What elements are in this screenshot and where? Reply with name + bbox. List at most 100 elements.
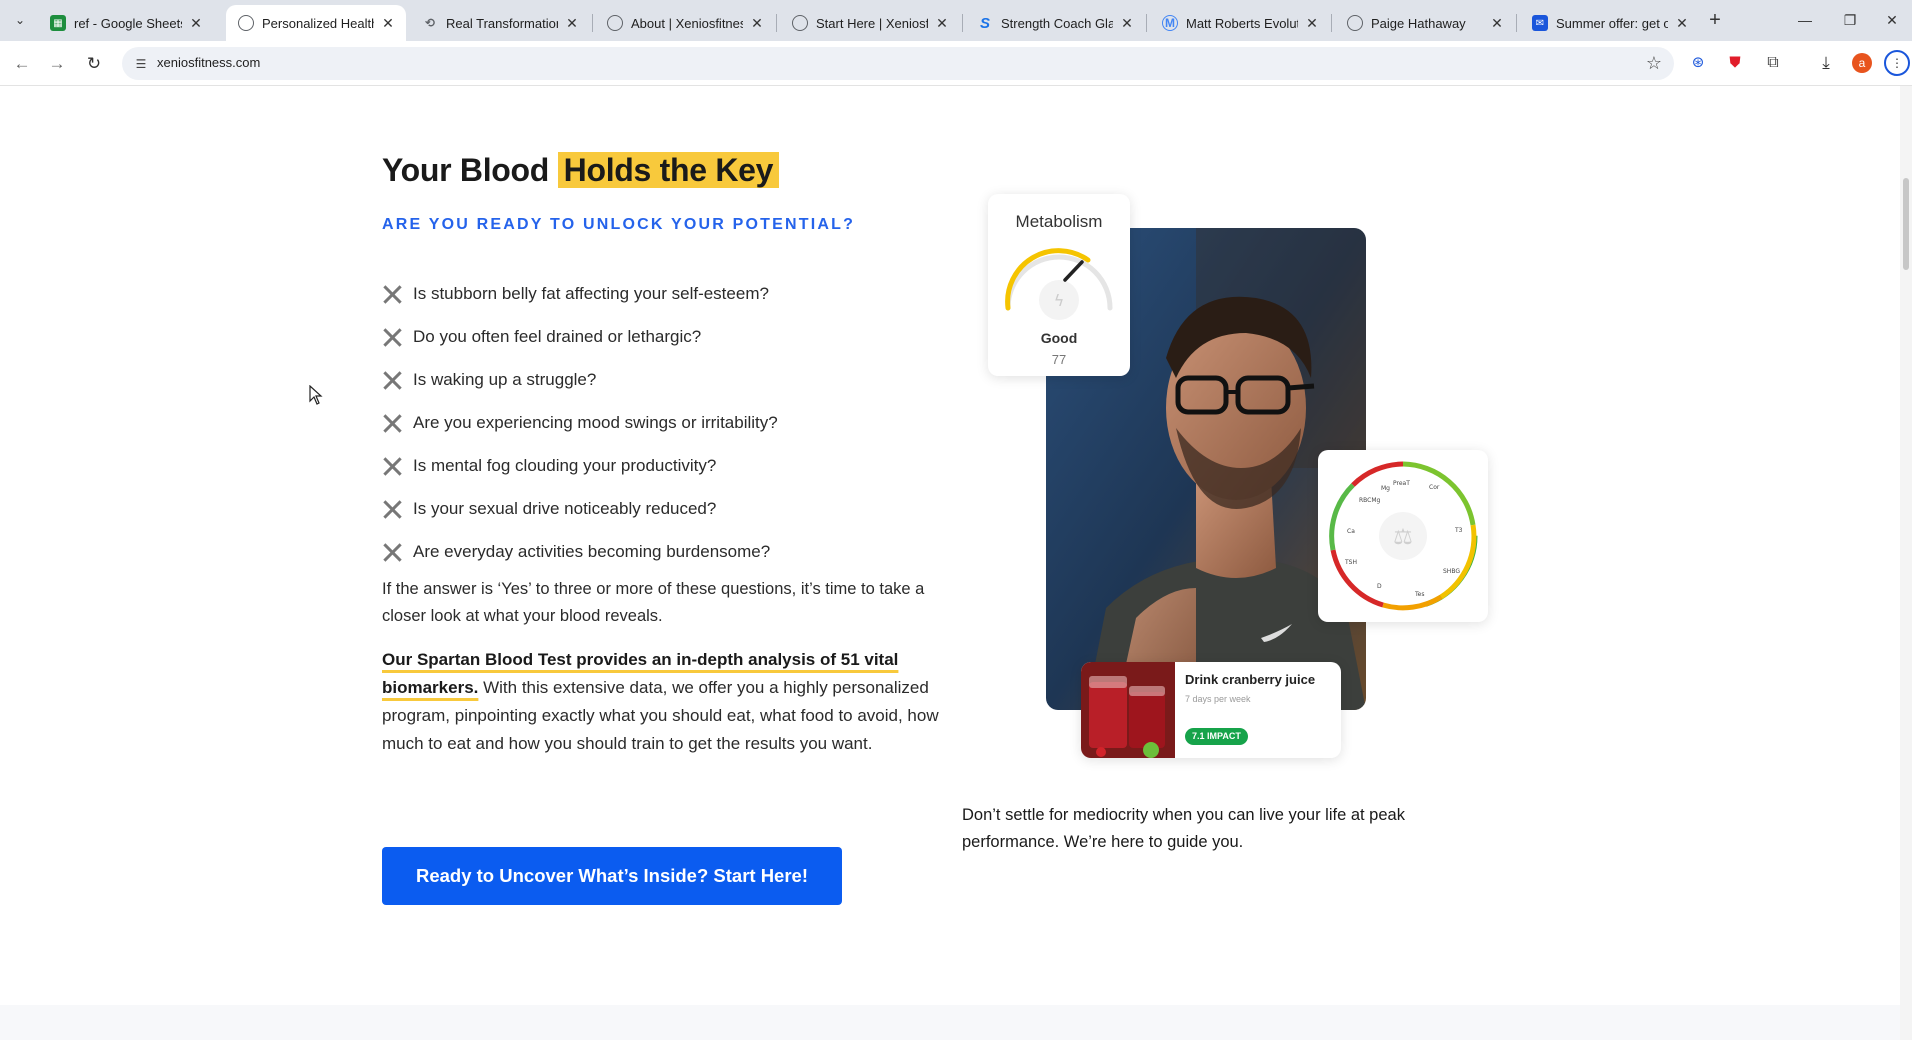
tab-paige-hathaway[interactable]: Paige Hathaway ✕ — [1335, 5, 1515, 41]
x-icon — [382, 413, 402, 433]
tab-real-transformations[interactable]: ⟲ Real Transformations ✕ — [410, 5, 590, 41]
extension-globe-icon[interactable]: ⊛ — [1687, 52, 1709, 74]
x-icon — [382, 456, 402, 476]
profile-avatar[interactable]: a — [1852, 53, 1872, 73]
globe-icon — [792, 15, 808, 31]
tab-personalized-health[interactable]: Personalized Health C ✕ — [226, 5, 406, 41]
wheel-label: Cor — [1429, 484, 1440, 491]
address-bar[interactable]: ☰ xeniosfitness.com ☆ — [122, 47, 1674, 80]
tab-matt-roberts[interactable]: M Matt Roberts Evolutic ✕ — [1150, 5, 1330, 41]
tab-about-xeniosfitness[interactable]: About | Xeniosfitness ✕ — [595, 5, 775, 41]
question-text: Are you experiencing mood swings or irri… — [413, 412, 778, 432]
tab-title: ref - Google Sheets — [74, 15, 182, 31]
wheel-label: Mg — [1381, 485, 1390, 492]
chat-icon: ✉ — [1532, 15, 1548, 31]
list-item: Is waking up a struggle? — [382, 358, 778, 401]
wheel-label: SHBG — [1443, 568, 1460, 575]
mouse-cursor-icon — [309, 385, 323, 405]
tab-title: About | Xeniosfitness — [631, 15, 743, 31]
window-close-button[interactable]: ✕ — [1872, 8, 1912, 32]
tab-search-button[interactable]: ⌄ — [8, 9, 32, 31]
close-icon[interactable]: ✕ — [1489, 15, 1505, 31]
tab-separator — [1331, 14, 1332, 32]
headline-highlight: Holds the Key — [557, 152, 780, 188]
page-headline: Your Blood Holds the Key — [382, 152, 780, 189]
analysis-paragraph: Our Spartan Blood Test provides an in-de… — [382, 646, 952, 758]
biomarker-wheel-card: ⚖ Mg PreaT Cor T3 SHBG Tes D TSH Ca RBCM… — [1318, 450, 1488, 622]
url-text[interactable]: xeniosfitness.com — [157, 55, 260, 70]
tab-separator — [592, 14, 593, 32]
back-button[interactable]: ← — [8, 50, 36, 78]
wheel-label: D — [1377, 583, 1382, 590]
close-icon[interactable]: ✕ — [564, 15, 580, 31]
tab-summer-offer[interactable]: ✉ Summer offer: get on ✕ — [1520, 5, 1700, 41]
wheel-label: Tes — [1414, 591, 1424, 598]
tab-google-sheets[interactable]: ▦ ref - Google Sheets ✕ — [38, 5, 214, 41]
tab-strip: ⌄ ▦ ref - Google Sheets ✕ Personalized H… — [0, 0, 1912, 41]
x-icon — [382, 542, 402, 562]
close-icon[interactable]: ✕ — [1119, 15, 1135, 31]
list-item: Is your sexual drive noticeably reduced? — [382, 487, 778, 530]
sheets-icon: ▦ — [50, 15, 66, 31]
wheel-label: TSH — [1344, 559, 1357, 566]
globe-icon — [607, 15, 623, 31]
list-item: Are you experiencing mood swings or irri… — [382, 401, 778, 444]
metabolism-card: Metabolism ϟ Good 77 — [988, 194, 1130, 376]
subheadline: ARE YOU READY TO UNLOCK YOUR POTENTIAL? — [382, 216, 856, 233]
reload-button[interactable]: ↻ — [80, 50, 108, 78]
new-tab-button[interactable]: + — [1703, 9, 1727, 33]
close-icon[interactable]: ✕ — [934, 15, 950, 31]
minimize-button[interactable]: — — [1785, 8, 1825, 32]
tab-separator — [962, 14, 963, 32]
page-scrollbar[interactable] — [1900, 86, 1912, 1040]
list-item: Is stubborn belly fat affecting your sel… — [382, 272, 778, 315]
close-icon[interactable]: ✕ — [380, 15, 396, 31]
tagline: Don’t settle for mediocrity when you can… — [962, 806, 1405, 851]
question-text: Are everyday activities becoming burdens… — [413, 541, 771, 561]
tab-title: Real Transformations — [446, 15, 558, 31]
x-icon — [382, 327, 402, 347]
close-icon[interactable]: ✕ — [1304, 15, 1320, 31]
tab-separator — [1146, 14, 1147, 32]
globe-icon — [238, 15, 254, 31]
biomarker-wheel: ⚖ Mg PreaT Cor T3 SHBG Tes D TSH Ca RBCM… — [1328, 461, 1478, 611]
extension-shield-icon[interactable]: ⛊ — [1724, 52, 1746, 74]
wheel-label: Ca — [1347, 528, 1355, 535]
link-icon: ⟲ — [424, 16, 436, 30]
restore-button[interactable]: ❐ — [1830, 8, 1870, 32]
bookmark-star-icon[interactable]: ☆ — [1646, 53, 1662, 74]
extensions-puzzle-icon[interactable]: ⧉ — [1762, 52, 1784, 74]
tab-start-here[interactable]: Start Here | Xeniosfitn ✕ — [780, 5, 960, 41]
tab-title: Matt Roberts Evolutic — [1186, 15, 1298, 31]
x-icon — [382, 499, 402, 519]
tab-separator — [776, 14, 777, 32]
question-list: Is stubborn belly fat affecting your sel… — [382, 272, 778, 573]
recommendation-frequency: 7 days per week — [1185, 694, 1251, 704]
close-icon[interactable]: ✕ — [749, 15, 765, 31]
metabolism-value: 77 — [1051, 352, 1067, 367]
close-icon[interactable]: ✕ — [188, 15, 204, 31]
tab-title: Paige Hathaway — [1371, 15, 1466, 31]
headline-prefix: Your Blood — [382, 152, 558, 188]
tab-strength-coach[interactable]: S Strength Coach Glasg ✕ — [965, 5, 1145, 41]
globe-icon — [1347, 15, 1363, 31]
impact-badge: 7.1 IMPACT — [1185, 728, 1248, 745]
forward-button[interactable]: → — [43, 50, 71, 78]
download-icon[interactable]: ⤓ — [1815, 52, 1837, 74]
scrollbar-thumb[interactable] — [1903, 178, 1909, 270]
kebab-menu-icon[interactable]: ⋮ — [1884, 50, 1910, 76]
metabolism-status: Good — [1040, 330, 1078, 346]
wheel-label: PreaT — [1393, 480, 1410, 487]
question-text: Is stubborn belly fat affecting your sel… — [413, 283, 769, 303]
metabolism-gauge: ϟ — [1005, 248, 1113, 320]
svg-text:⚖: ⚖ — [1393, 525, 1413, 550]
wheel-label: RBCMg — [1359, 497, 1381, 504]
tab-title: Summer offer: get on — [1556, 15, 1668, 31]
next-section-band — [0, 1005, 1900, 1040]
site-settings-icon[interactable]: ☰ — [132, 55, 150, 73]
list-item: Do you often feel drained or lethargic? — [382, 315, 778, 358]
intro-paragraph: If the answer is ‘Yes’ to three or more … — [382, 580, 925, 625]
m-brand-icon: M — [1162, 15, 1178, 31]
start-here-button[interactable]: Ready to Uncover What’s Inside? Start He… — [382, 847, 842, 905]
close-icon[interactable]: ✕ — [1674, 15, 1690, 31]
